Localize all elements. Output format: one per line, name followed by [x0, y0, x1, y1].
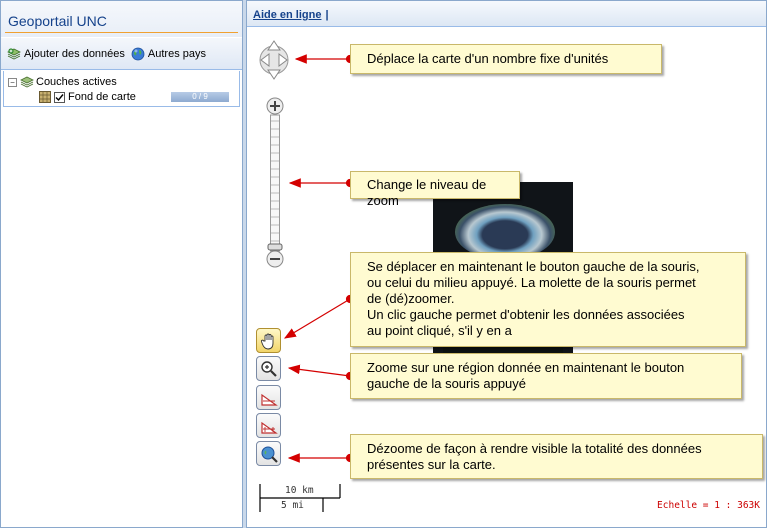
scale-km-label: 10 km — [285, 485, 314, 496]
checkmark-icon — [55, 93, 64, 101]
callout-zoom-box-line: Zoome sur une région donnée en maintenan… — [367, 360, 685, 375]
group-label: Couches actives — [36, 76, 117, 88]
callout-drag-line: Se déplacer en maintenant le bouton gauc… — [367, 259, 700, 274]
map-panel: Aide en ligne | Déplace la carte d'un no… — [246, 0, 767, 528]
layers-panel: Geoportail UNC Ajouter des données Autre… — [0, 0, 243, 528]
callout-zoom-box: Zoome sur une région donnée en maintenan… — [350, 353, 742, 399]
raster-layer-icon — [39, 91, 51, 103]
layer-visibility-checkbox[interactable] — [54, 91, 65, 103]
map-view[interactable]: Déplace la carte d'un nombre fixe d'unit… — [247, 28, 766, 527]
globe-icon — [131, 47, 145, 60]
callout-drag-line: de (dé)zoomer. — [367, 291, 455, 306]
layers-add-icon — [7, 47, 21, 60]
add-data-label: Ajouter des données — [24, 47, 125, 60]
callout-pan: Déplace la carte d'un nombre fixe d'unit… — [350, 44, 662, 74]
callout-zoom-extent: Dézoome de façon à rendre visible la tot… — [350, 434, 763, 479]
scale-bar: 10 km 5 mi — [259, 484, 343, 514]
callout-drag-line: au point cliqué, s'il y en a — [367, 323, 512, 338]
callout-drag-line: ou celui du milieu appuyé. La molette de… — [367, 275, 696, 290]
callout-zoom-level: Change le niveau de zoom — [350, 171, 520, 208]
help-toolbar: Aide en ligne | — [247, 1, 766, 27]
online-help-link[interactable]: Aide en ligne — [253, 9, 321, 21]
other-countries-button[interactable]: Autres pays — [131, 47, 206, 61]
callout-drag-line: Un clic gauche permet d'obtenir les donn… — [367, 307, 685, 322]
scale-ratio: Echelle = 1 : 363K — [657, 500, 760, 511]
layer-label: Fond de carte — [68, 91, 136, 103]
layers-toolbar: Ajouter des données Autres pays — [1, 38, 242, 70]
callout-zoom-extent-line: Dézoome de façon à rendre visible la tot… — [367, 441, 702, 456]
opacity-slider[interactable]: 0 / 9 — [171, 92, 229, 102]
callout-pan-text: Déplace la carte d'un nombre fixe d'unit… — [367, 51, 609, 66]
callout-zoom-extent-line: présentes sur la carte. — [367, 457, 496, 472]
toolbar-separator: | — [325, 9, 329, 21]
scale-mi-label: 5 mi — [281, 500, 304, 511]
other-countries-label: Autres pays — [147, 47, 207, 60]
layers-icon — [20, 76, 34, 88]
layer-tree: − Couches actives Fond de carte 0 / 9 — [3, 71, 240, 107]
tree-group-active-layers: − Couches actives — [8, 75, 117, 89]
callout-drag-pan: Se déplacer en maintenant le bouton gauc… — [350, 252, 746, 347]
title-underline — [5, 32, 238, 33]
tree-layer-base-map: Fond de carte 0 / 9 — [39, 91, 229, 103]
collapse-toggle[interactable]: − — [8, 77, 17, 87]
add-data-button[interactable]: Ajouter des données — [7, 47, 125, 61]
callout-zoom-box-line: gauche de la souris appuyé — [367, 376, 527, 391]
app-window: Geoportail UNC Ajouter des données Autre… — [0, 0, 767, 528]
